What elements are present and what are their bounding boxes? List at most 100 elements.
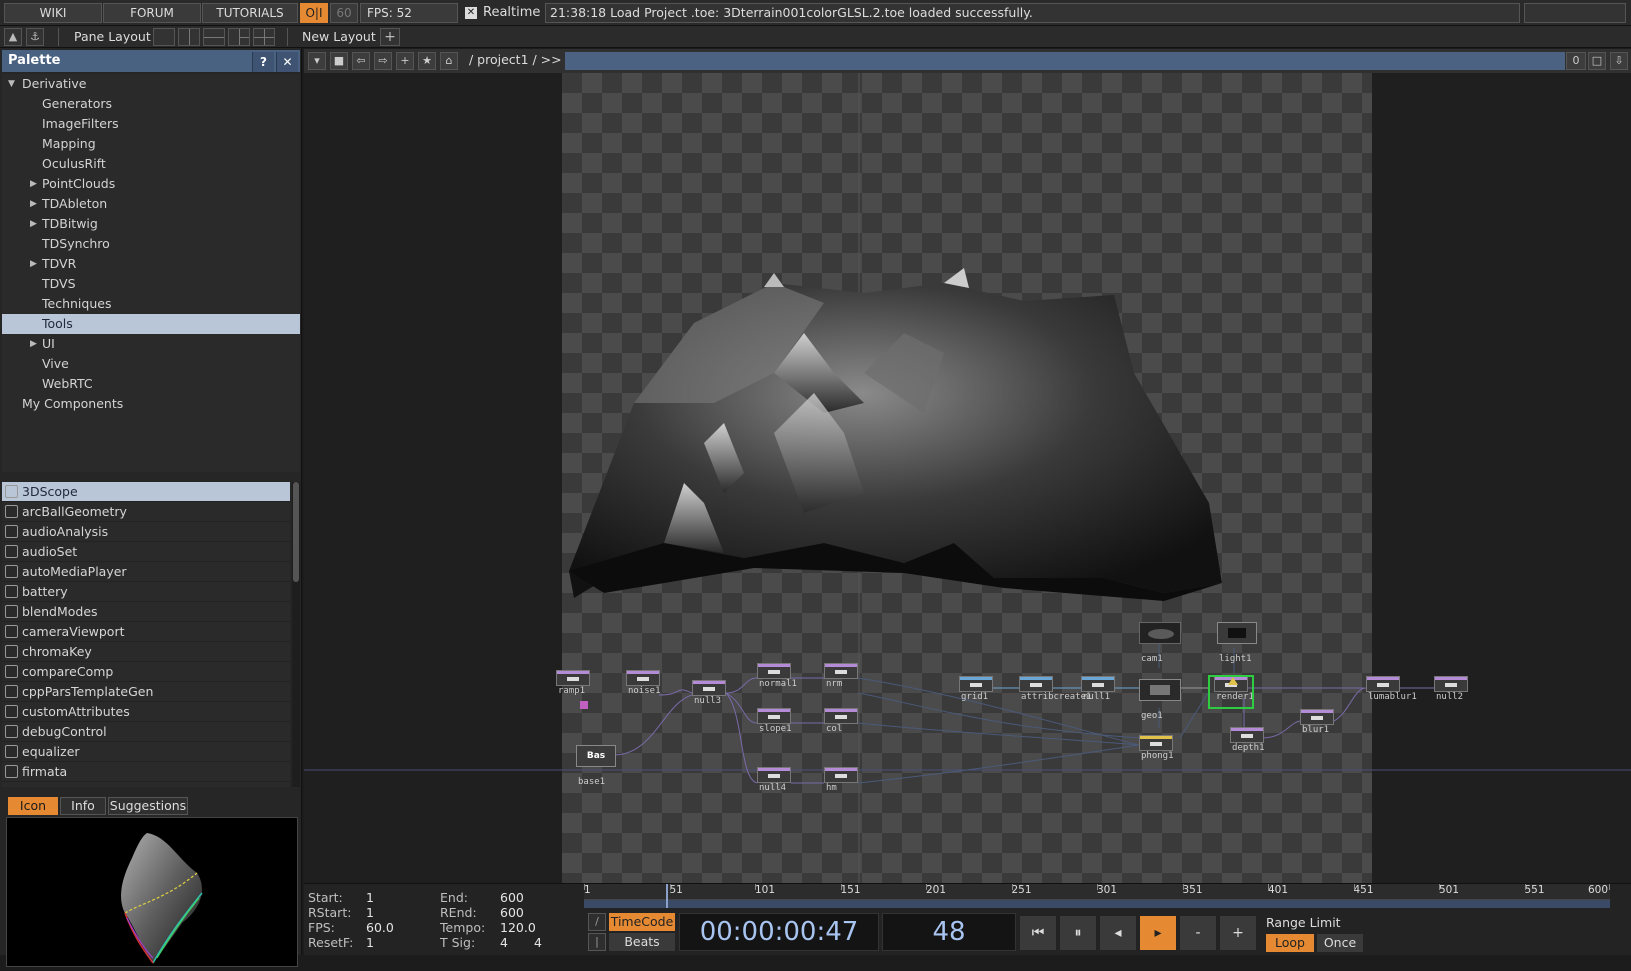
- expand-right-icon[interactable]: ▶: [30, 174, 37, 194]
- tab-info[interactable]: Info: [60, 797, 106, 815]
- node-label[interactable]: cam1: [1141, 654, 1163, 664]
- stop-icon[interactable]: ■: [330, 52, 348, 70]
- operator-node[interactable]: [556, 670, 590, 686]
- operator-node[interactable]: [1139, 735, 1173, 751]
- scrollbar-thumb[interactable]: [293, 482, 299, 582]
- network-path[interactable]: / project1 / >>: [469, 52, 562, 67]
- layout-single-icon[interactable]: [153, 28, 175, 46]
- new-layout-button[interactable]: +: [380, 28, 400, 46]
- operator-node[interactable]: [692, 680, 726, 696]
- rewind-icon[interactable]: ⏮: [1019, 915, 1057, 951]
- node-label[interactable]: col: [826, 724, 842, 734]
- image-icon[interactable]: ▲: [4, 28, 22, 46]
- forward-icon[interactable]: ⇨: [374, 52, 392, 70]
- tutorials-button[interactable]: TUTORIALS: [202, 3, 298, 23]
- node-label[interactable]: hm: [826, 783, 837, 793]
- operator-node[interactable]: [757, 767, 791, 783]
- operator-node[interactable]: [757, 708, 791, 724]
- once-button[interactable]: Once: [1317, 934, 1363, 952]
- step-forward-button[interactable]: +: [1219, 915, 1257, 951]
- palette-tree-item[interactable]: WebRTC: [2, 374, 300, 394]
- node-label[interactable]: null4: [759, 783, 786, 793]
- fps-value[interactable]: 60.0: [366, 920, 394, 935]
- node-label[interactable]: grid1: [961, 692, 988, 702]
- layout-split-h-icon[interactable]: [203, 28, 225, 46]
- playhead[interactable]: [666, 884, 669, 908]
- operator-node[interactable]: [824, 708, 858, 724]
- operator-node[interactable]: [1230, 727, 1264, 743]
- palette-tree-item[interactable]: TDVS: [2, 274, 300, 294]
- component-list-item[interactable]: audioAnalysis: [2, 522, 290, 542]
- layout-split-v-icon[interactable]: [178, 28, 200, 46]
- anchor-icon[interactable]: ⚓: [26, 28, 44, 46]
- palette-tree-item[interactable]: ▼ Derivative: [2, 74, 300, 94]
- palette-help-button[interactable]: ?: [252, 52, 274, 72]
- expand-right-icon[interactable]: ▶: [30, 254, 37, 274]
- beats-button[interactable]: Beats: [609, 933, 675, 951]
- palette-tree-item[interactable]: ImageFilters: [2, 114, 300, 134]
- node-label[interactable]: lumablur1: [1368, 692, 1417, 702]
- node-label[interactable]: ramp1: [558, 686, 585, 696]
- node-label[interactable]: attribcreate1: [1021, 692, 1091, 702]
- operator-node[interactable]: [824, 767, 858, 783]
- oi-toggle[interactable]: O|I: [300, 3, 328, 23]
- component-list-item[interactable]: cppParsTemplateGen: [2, 682, 290, 702]
- operator-node[interactable]: [1300, 709, 1334, 725]
- path-field[interactable]: [565, 52, 1565, 70]
- node-label[interactable]: depth1: [1232, 743, 1265, 753]
- play-reverse-icon[interactable]: ◂: [1099, 915, 1137, 951]
- node-label[interactable]: nrm: [826, 679, 842, 689]
- loop-button[interactable]: Loop: [1266, 934, 1314, 952]
- add-icon[interactable]: +: [396, 52, 414, 70]
- realtime-checkbox[interactable]: ✕: [465, 7, 477, 19]
- rend-value[interactable]: 600: [500, 905, 524, 920]
- palette-tree-item[interactable]: ▶ TDAbleton: [2, 194, 300, 214]
- frame-display[interactable]: 48: [882, 913, 1016, 951]
- end-value[interactable]: 600: [500, 890, 524, 905]
- component-list-item[interactable]: debugControl: [2, 722, 290, 742]
- component-list-item[interactable]: firmata: [2, 762, 290, 782]
- palette-tree-item[interactable]: ▶ PointClouds: [2, 174, 300, 194]
- component-list-item[interactable]: 3DScope: [2, 482, 290, 502]
- pin-icon[interactable]: ⇩: [1610, 52, 1628, 70]
- node-label[interactable]: light1: [1219, 654, 1252, 664]
- fps-cap-button[interactable]: 60: [330, 3, 358, 23]
- component-list-item[interactable]: equalizer: [2, 742, 290, 762]
- operator-node[interactable]: [757, 663, 791, 679]
- expand-right-icon[interactable]: ▶: [30, 334, 37, 354]
- node-label[interactable]: null2: [1436, 692, 1463, 702]
- component-list-item[interactable]: audioSet: [2, 542, 290, 562]
- node-label[interactable]: null3: [694, 696, 721, 706]
- timecode-mode-icon[interactable]: /: [588, 913, 606, 931]
- timecode-display[interactable]: 00:00:00:47: [679, 913, 879, 951]
- component-list-item[interactable]: cameraViewport: [2, 622, 290, 642]
- home-icon[interactable]: ⌂: [440, 52, 458, 70]
- node-label[interactable]: null1: [1083, 692, 1110, 702]
- node-label[interactable]: phong1: [1141, 751, 1174, 761]
- operator-node[interactable]: [959, 676, 993, 692]
- palette-tree-item[interactable]: ▶ UI: [2, 334, 300, 354]
- component-list-scrollbar[interactable]: [292, 482, 300, 787]
- node-label[interactable]: slope1: [759, 724, 792, 734]
- tsig-value-2[interactable]: 4: [534, 935, 542, 950]
- play-forward-icon[interactable]: ▸: [1139, 915, 1177, 951]
- palette-close-button[interactable]: ✕: [276, 52, 298, 72]
- network-editor[interactable]: ramp1 noise1 null3 normal1 nrm slope1 col base1…: [304, 73, 1631, 883]
- layout-four-icon[interactable]: [253, 28, 275, 46]
- maximize-icon[interactable]: □: [1588, 52, 1606, 70]
- beats-mode-icon[interactable]: |: [588, 933, 606, 951]
- palette-tree-item[interactable]: Vive: [2, 354, 300, 374]
- tab-icon[interactable]: Icon: [8, 797, 58, 815]
- palette-tree-item[interactable]: Techniques: [2, 294, 300, 314]
- component-list-item[interactable]: battery: [2, 582, 290, 602]
- timeline-slider[interactable]: [584, 884, 1610, 908]
- rstart-value[interactable]: 1: [366, 905, 374, 920]
- component-list-item[interactable]: customAttributes: [2, 702, 290, 722]
- palette-tree-item[interactable]: My Components: [2, 394, 300, 414]
- back-icon[interactable]: ⇦: [352, 52, 370, 70]
- expand-down-icon[interactable]: ▼: [8, 74, 15, 94]
- node-label[interactable]: base1: [578, 777, 605, 787]
- tab-suggestions[interactable]: Suggestions: [108, 797, 188, 815]
- palette-tree-item[interactable]: Tools: [2, 314, 300, 334]
- palette-tree-item[interactable]: Mapping: [2, 134, 300, 154]
